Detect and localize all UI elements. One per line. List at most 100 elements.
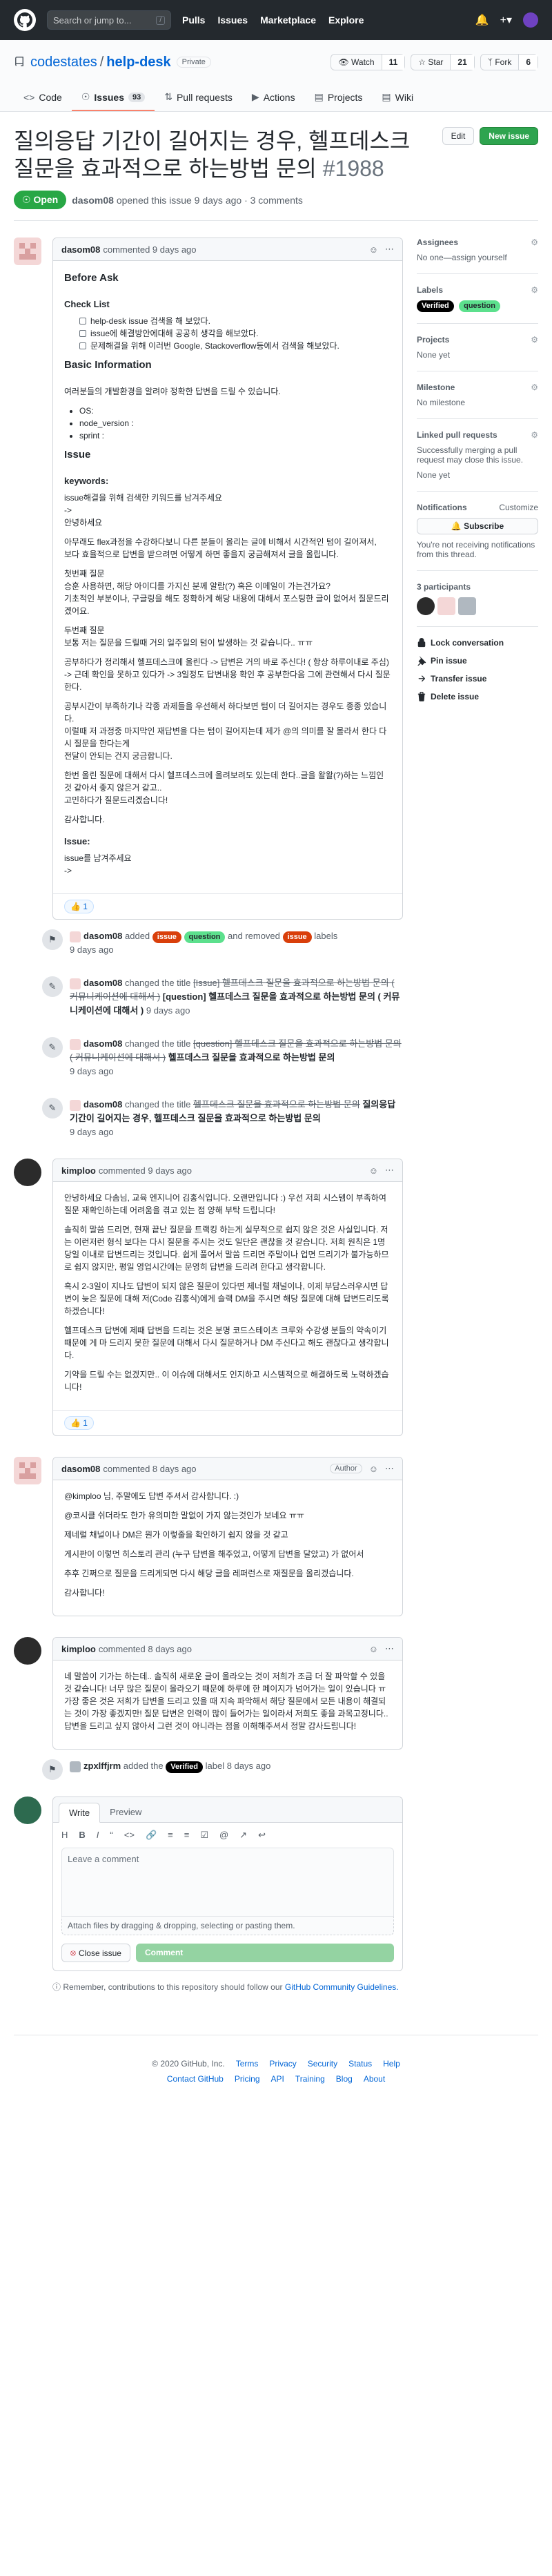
event-timestamp[interactable]: 9 days ago [70,1127,114,1137]
tab-issues[interactable]: ☉ Issues 93 [71,84,155,111]
gear-icon[interactable]: ⚙ [531,430,538,440]
footer-link-help[interactable]: Help [383,2059,400,2069]
notifications-bell-icon[interactable]: 🔔 [475,13,489,27]
mention-icon[interactable]: @ [219,1830,228,1841]
tab-preview[interactable]: Preview [100,1803,151,1822]
footer-link-contact[interactable]: Contact GitHub [167,2074,224,2084]
nav-pulls[interactable]: Pulls [182,14,205,26]
event-actor[interactable]: dasom08 [83,978,122,988]
label-verified[interactable]: Verified [417,300,454,312]
pin-issue-link[interactable]: Pin issue [417,656,538,666]
avatar[interactable] [70,1038,81,1050]
kebab-menu-icon[interactable]: ⋯ [385,1463,394,1474]
avatar[interactable] [70,978,81,989]
footer-link-pricing[interactable]: Pricing [235,2074,260,2084]
thumbs-up-reaction[interactable]: 👍 1 [64,900,94,913]
comment-button[interactable]: Comment [135,1944,394,1962]
unordered-list-icon[interactable]: ≡ [168,1830,173,1841]
comment-author[interactable]: kimploo [61,1165,96,1176]
quote-icon[interactable]: “ [110,1830,112,1841]
star-count[interactable]: 21 [450,55,474,70]
avatar[interactable] [70,931,81,942]
footer-link-status[interactable]: Status [348,2059,372,2069]
kebab-menu-icon[interactable]: ⋯ [385,1165,394,1176]
avatar[interactable] [70,1099,81,1111]
footer-link-terms[interactable]: Terms [236,2059,259,2069]
repo-owner-link[interactable]: codestates [30,55,97,70]
avatar[interactable] [437,597,455,615]
link-icon[interactable]: 🔗 [146,1830,157,1841]
ordered-list-icon[interactable]: ≡ [184,1830,190,1841]
edit-title-button[interactable]: Edit [442,127,475,145]
gear-icon[interactable]: ⚙ [531,382,538,392]
comment-timestamp[interactable]: commented 9 days ago [103,244,196,255]
smiley-icon[interactable]: ☺ [369,1644,378,1654]
footer-link-api[interactable]: API [271,2074,284,2084]
linked-prs-title[interactable]: Linked pull requests [417,430,497,440]
user-avatar-menu[interactable] [523,12,538,28]
code-icon[interactable]: <> [124,1830,135,1841]
event-timestamp[interactable]: 9 days ago [146,1005,190,1016]
label-question[interactable]: question [184,931,226,943]
tab-projects[interactable]: ▤ Projects [305,84,373,111]
event-timestamp[interactable]: 9 days ago [70,945,114,955]
kebab-menu-icon[interactable]: ⋯ [385,1643,394,1654]
avatar[interactable] [14,1457,41,1484]
footer-link-security[interactable]: Security [308,2059,337,2069]
italic-icon[interactable]: I [97,1830,99,1841]
create-new-plus-icon[interactable]: +▾ [500,13,512,27]
comment-author[interactable]: kimploo [61,1644,96,1654]
bold-icon[interactable]: B [79,1830,85,1841]
issue-author-link[interactable]: dasom08 [72,195,114,206]
task-list-icon[interactable]: ☑ [200,1830,208,1841]
subscribe-button[interactable]: 🔔 Subscribe [417,518,538,534]
avatar[interactable] [417,597,435,615]
comment-textarea[interactable]: Leave a comment [61,1848,394,1917]
avatar[interactable] [70,1761,81,1772]
gear-icon[interactable]: ⚙ [531,335,538,345]
nav-marketplace[interactable]: Marketplace [260,14,316,26]
labels-title[interactable]: Labels [417,285,443,295]
footer-link-blog[interactable]: Blog [336,2074,353,2084]
avatar[interactable] [14,1159,41,1186]
new-issue-button[interactable]: New issue [480,127,538,145]
comment-author[interactable]: dasom08 [61,244,100,255]
comment-timestamp[interactable]: commented 9 days ago [99,1165,192,1176]
watch-count[interactable]: 11 [381,55,405,70]
tab-code[interactable]: <> Code [14,84,72,111]
avatar[interactable] [14,1637,41,1665]
fork-count[interactable]: 6 [518,55,538,70]
customize-link[interactable]: Customize [499,503,538,512]
tab-wiki[interactable]: ▤ Wiki [372,84,423,111]
avatar[interactable] [14,1797,41,1824]
smiley-icon[interactable]: ☺ [369,1464,378,1474]
label-verified[interactable]: Verified [166,1761,204,1773]
github-logo-icon[interactable] [14,9,36,31]
star-button[interactable]: ☆ Star 21 [411,54,475,70]
projects-title[interactable]: Projects [417,335,449,345]
transfer-issue-link[interactable]: Transfer issue [417,674,538,684]
tab-write[interactable]: Write [59,1803,101,1823]
lock-conversation-link[interactable]: Lock conversation [417,638,538,648]
nav-issues[interactable]: Issues [217,14,248,26]
label-issue[interactable]: issue [152,931,181,943]
event-actor[interactable]: zpxlffjrm [83,1761,121,1771]
label-issue[interactable]: issue [282,931,312,943]
close-issue-button[interactable]: ⦻ Close issue [61,1944,130,1962]
event-timestamp[interactable]: 9 days ago [70,1066,114,1076]
delete-issue-link[interactable]: Delete issue [417,692,538,701]
label-question[interactable]: question [459,300,500,312]
event-actor[interactable]: dasom08 [83,1038,122,1049]
tab-actions[interactable]: ▶ Actions [242,84,305,111]
checkbox[interactable] [79,318,86,325]
footer-link-about[interactable]: About [364,2074,385,2084]
assignees-value[interactable]: No one—assign yourself [417,253,538,262]
avatar[interactable] [14,238,41,265]
attach-files-area[interactable]: Attach files by dragging & dropping, sel… [61,1917,394,1935]
milestone-title[interactable]: Milestone [417,382,455,392]
gear-icon[interactable]: ⚙ [531,285,538,295]
assignees-title[interactable]: Assignees [417,238,458,247]
footer-link-privacy[interactable]: Privacy [269,2059,296,2069]
tab-pull-requests[interactable]: ⇅ Pull requests [155,84,242,111]
gear-icon[interactable]: ⚙ [531,238,538,247]
